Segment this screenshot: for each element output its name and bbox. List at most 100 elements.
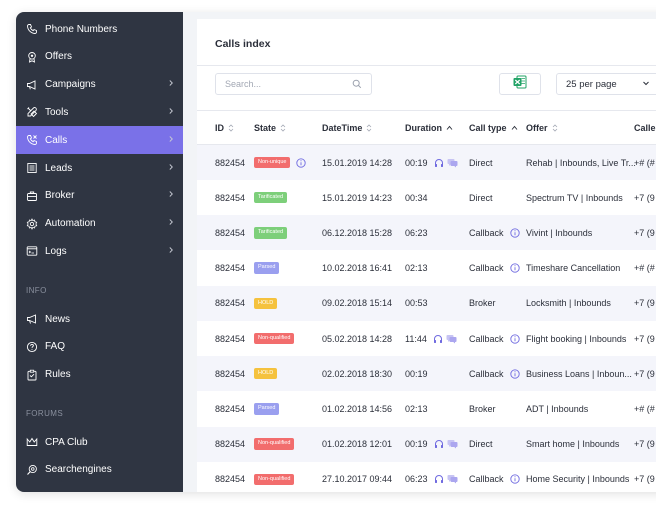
call-type-text: Callback	[469, 474, 504, 485]
duration-text: 06:23	[405, 227, 428, 238]
id-text: 882454	[215, 474, 246, 485]
call-icon	[26, 134, 38, 146]
sidebar-item-automation[interactable]: Automation	[16, 210, 183, 238]
chat-icon[interactable]	[446, 334, 457, 344]
table-row[interactable]: 882454 Parsed 10.02.2018 16:41 02:13 Callbac…	[197, 251, 656, 286]
info-icon[interactable]	[509, 369, 520, 379]
cell-call-type: Callback	[469, 251, 520, 286]
cell-caller: +# (#	[634, 145, 655, 180]
table-row[interactable]: 882454 HOLD 09.02.2018 15:14 00:53 Broker Loc…	[197, 285, 656, 321]
terminal-icon	[26, 245, 38, 257]
status-badge: Non-qualified	[254, 473, 295, 486]
sidebar-item-cpa-club[interactable]: CPA Club	[16, 428, 183, 456]
sidebar-item-logs[interactable]: Logs	[16, 237, 183, 265]
table-row[interactable]: 882454 Tarificated 06.12.2018 15:28 06:23 Ca…	[197, 215, 656, 251]
sidebar-item-searchengines[interactable]: Searchengines	[16, 456, 183, 484]
headphones-icon[interactable]	[434, 158, 444, 168]
cell-offer: Business Loans | Inboun...	[526, 356, 632, 391]
chat-icon[interactable]	[447, 439, 458, 449]
sort-icon	[366, 124, 372, 132]
cell-offer: Flight booking | Inbounds	[526, 321, 626, 356]
sidebar-item-broker[interactable]: Broker	[16, 182, 183, 210]
sidebar-item-phone-numbers[interactable]: Phone Numbers	[16, 15, 183, 43]
per-page-select[interactable]: 25 per page	[556, 73, 656, 95]
cell-state: Tarificated	[254, 215, 288, 250]
column-header-label: State	[254, 123, 277, 133]
info-icon[interactable]	[509, 263, 520, 273]
cell-duration: 11:44	[405, 321, 457, 356]
sidebar-item-offers[interactable]: Offers	[16, 43, 183, 71]
id-text: 882454	[215, 298, 246, 309]
info-icon[interactable]	[509, 228, 520, 238]
table-row[interactable]: 882454 HOLD 02.02.2018 18:30 00:19 Callback B…	[197, 356, 656, 392]
cell-datetime: 15.01.2019 14:28	[322, 145, 392, 180]
crown-icon	[26, 436, 38, 448]
datetime-text: 09.02.2018 15:14	[322, 298, 393, 309]
table-row[interactable]: 882454 Non-qualified 05.02.2018 14:28 11:44…	[197, 321, 656, 356]
cell-duration: 00:53	[405, 286, 428, 321]
duration-text: 02:13	[405, 403, 428, 414]
sidebar-item-label: Logs	[45, 245, 67, 257]
cell-datetime: 06.12.2018 15:28	[322, 215, 392, 250]
cell-id: 882454	[215, 251, 245, 286]
sidebar-item-news[interactable]: News	[16, 305, 183, 333]
column-header-state[interactable]: State	[254, 123, 286, 133]
column-header-datetime[interactable]: DateTime	[322, 123, 372, 133]
caller-text: +7 (9	[634, 368, 655, 379]
cell-id: 882454	[215, 286, 245, 321]
cell-state: HOLD	[254, 356, 278, 391]
column-header-call-type[interactable]: Call type	[469, 123, 518, 133]
info-icon[interactable]	[509, 474, 520, 484]
sidebar-item-calls[interactable]: Calls	[16, 126, 183, 155]
duration-text: 06:23	[405, 474, 428, 485]
sidebar-item-rules[interactable]: Rules	[16, 361, 183, 389]
chat-icon[interactable]	[447, 474, 458, 484]
status-badge: Non-unique	[254, 156, 291, 169]
cell-id: 882454	[215, 356, 245, 391]
main-panel: Calls index Search... 25 per page ID Sta…	[197, 19, 656, 492]
info-icon[interactable]	[296, 157, 307, 168]
cell-state: Tarificated	[254, 180, 288, 215]
table-row[interactable]: 882454 Tarificated 15.01.2019 14:23 00:34 Di…	[197, 180, 656, 215]
column-header-caller[interactable]: Caller	[634, 123, 656, 133]
column-header-duration[interactable]: Duration	[405, 123, 453, 133]
cell-offer: Spectrum TV | Inbounds	[526, 180, 623, 215]
badge-icon	[26, 51, 38, 63]
cell-duration: 02:13	[405, 391, 428, 426]
headphones-icon[interactable]	[434, 439, 444, 449]
search-input[interactable]: Search...	[215, 73, 372, 95]
datetime-text: 02.02.2018 18:30	[322, 368, 393, 379]
sidebar-item-tools[interactable]: Tools	[16, 98, 183, 126]
chevron-right-icon	[167, 246, 175, 257]
cell-offer: ADT | Inbounds	[526, 391, 588, 426]
info-icon[interactable]	[509, 333, 520, 344]
datetime-text: 01.02.2018 14:56	[322, 403, 393, 414]
table-row[interactable]: 882454 Non-qualified 01.02.2018 12:01 00:19…	[197, 426, 656, 462]
export-excel-button[interactable]	[499, 73, 541, 95]
sidebar-item-faq[interactable]: FAQ	[16, 333, 183, 361]
caller-text: +7 (9	[634, 439, 655, 450]
cell-duration: 06:23	[405, 215, 428, 250]
table-row[interactable]: 882454 Non-qualified 27.10.2017 09:44 06:23…	[197, 462, 656, 492]
search-target-icon	[26, 464, 38, 476]
column-header-offer[interactable]: Offer	[526, 123, 558, 133]
headphones-icon[interactable]	[433, 334, 443, 344]
sidebar-item-campaigns[interactable]: Campaigns	[16, 71, 183, 99]
call-type-text: Callback	[469, 368, 504, 379]
chat-icon[interactable]	[447, 158, 458, 168]
offer-text: Vivint | Inbounds	[526, 227, 593, 238]
status-badge: HOLD	[254, 367, 278, 380]
id-text: 882454	[215, 403, 246, 414]
cell-caller: +7 (9	[634, 462, 655, 492]
sidebar-item-label: Calls	[45, 134, 68, 146]
column-header-id[interactable]: ID	[215, 123, 234, 133]
cell-caller: +7 (9	[634, 427, 655, 462]
table-row[interactable]: 882454 Non-unique 15.01.2019 14:28 00:19 Dir…	[197, 145, 656, 180]
sidebar-item-leads[interactable]: Leads	[16, 154, 183, 182]
headphones-icon[interactable]	[434, 474, 444, 484]
table-row[interactable]: 882454 Parsed 01.02.2018 14:56 02:13 Broker A…	[197, 391, 656, 426]
datetime-text: 27.10.2017 09:44	[322, 474, 393, 485]
offer-text: Locksmith | Inbounds	[526, 298, 611, 309]
cell-caller: +7 (9	[634, 286, 655, 321]
sidebar: INFO FORUMS Phone Numbers Offers Campaigns…	[16, 12, 183, 492]
